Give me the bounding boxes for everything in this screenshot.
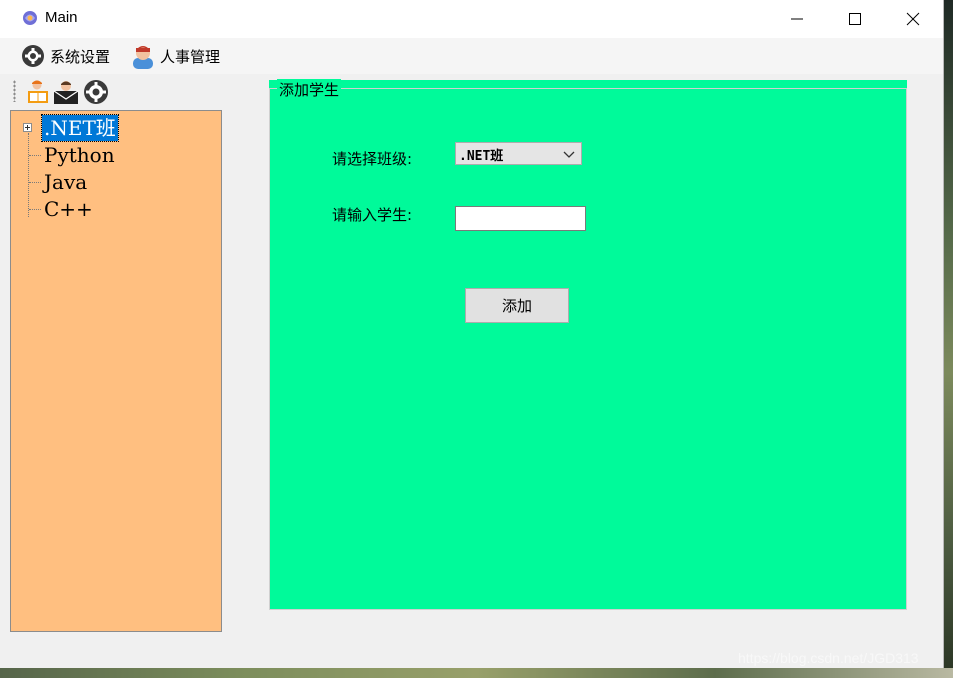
menu-label: 系统设置 — [50, 47, 111, 66]
class-select[interactable]: .NET班 — [455, 142, 582, 165]
toolbar — [10, 74, 120, 108]
close-button[interactable] — [884, 0, 942, 38]
class-label: 请选择班级: — [332, 150, 413, 168]
class-select-value: .NET班 — [459, 149, 504, 164]
tree-node-cpp[interactable]: C++ — [11, 196, 211, 222]
toolbar-grip[interactable] — [13, 80, 16, 102]
toolbar-button-user-book[interactable] — [25, 79, 51, 105]
minimize-button[interactable] — [768, 0, 826, 38]
gear-icon — [22, 45, 44, 67]
maximize-button[interactable] — [826, 0, 884, 38]
tree-node-label: C++ — [44, 197, 93, 221]
tree-connector — [29, 209, 41, 210]
minimize-icon — [791, 18, 803, 20]
app-icon — [21, 9, 39, 27]
tree-connector — [29, 182, 41, 183]
tree-node-python[interactable]: Python — [11, 142, 211, 168]
groupbox-header-strip — [269, 80, 907, 88]
menu-personnel-management[interactable]: 人事管理 — [130, 42, 220, 70]
menu-bar: 系统设置 人事管理 — [0, 38, 943, 74]
tree-connector — [29, 155, 41, 156]
tree-node-dotnet[interactable]: .NET班 — [11, 114, 211, 142]
menu-label: 人事管理 — [160, 47, 221, 66]
watermark: https://blog.csdn.net/JGD313 — [738, 650, 919, 666]
maximize-icon — [849, 13, 861, 25]
expand-icon[interactable] — [23, 123, 32, 132]
student-label: 请输入学生: — [332, 206, 413, 224]
add-student-groupbox: 添加学生 请选择班级: .NET班 请输入学生: 添加 — [269, 79, 907, 610]
toolbar-button-settings[interactable] — [83, 79, 109, 105]
main-window: Main 系统设置 人事管理 .NET班 Python Java C++ 添加学… — [0, 0, 944, 668]
gear-icon — [84, 80, 108, 104]
title-bar[interactable]: Main — [0, 0, 943, 38]
add-button[interactable]: 添加 — [465, 288, 569, 323]
person-icon — [133, 46, 153, 69]
desktop-background — [943, 0, 953, 678]
student-input[interactable] — [455, 206, 586, 231]
window-title: Main — [45, 9, 78, 26]
toolbar-button-user-mail[interactable] — [53, 79, 79, 105]
tree-node-label: .NET班 — [41, 114, 119, 142]
desktop-background-bottom — [0, 668, 953, 678]
close-icon — [906, 12, 920, 26]
user-book-icon — [28, 80, 48, 103]
class-tree[interactable]: .NET班 Python Java C++ — [10, 110, 222, 632]
tree-node-java[interactable]: Java — [11, 169, 211, 195]
chevron-down-icon — [563, 151, 575, 158]
tree-node-label: Python — [44, 143, 115, 167]
tree-node-label: Java — [44, 170, 88, 194]
groupbox-title: 添加学生 — [277, 79, 342, 100]
menu-system-settings[interactable]: 系统设置 — [20, 42, 110, 70]
user-mail-icon — [53, 81, 79, 104]
